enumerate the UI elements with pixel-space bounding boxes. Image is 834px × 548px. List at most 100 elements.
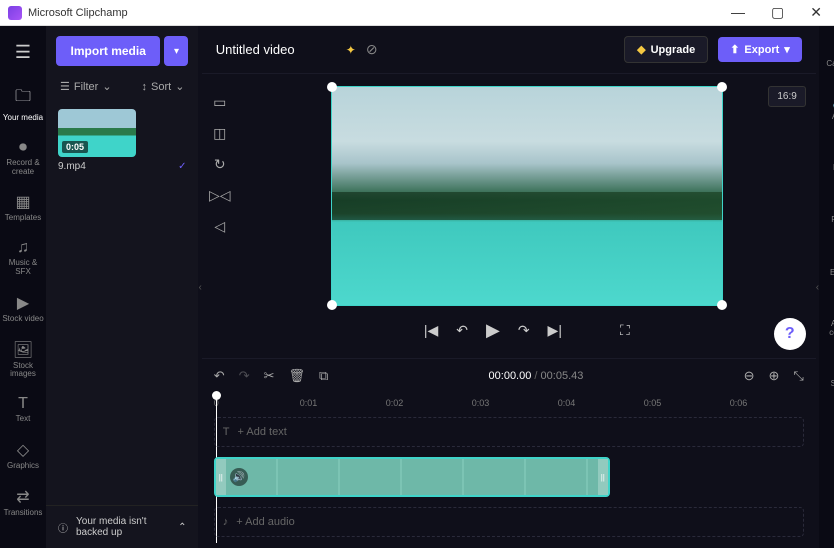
video-clip[interactable]: || 🔊 ||	[214, 457, 610, 497]
clip-trim-right[interactable]: ||	[598, 459, 608, 495]
nav-music-sfx[interactable]: ♫ Music & SFX	[0, 233, 46, 283]
resize-handle-br[interactable]	[717, 300, 727, 310]
zoom-out-button[interactable]: ⊖	[744, 368, 755, 384]
rail-effects[interactable]: ✧ Effects	[819, 241, 834, 284]
transitions-icon: ⇄	[16, 487, 29, 507]
rail-adjust-colours[interactable]: ◑ Adjust colours	[819, 294, 834, 344]
clip-used-check-icon: ✓	[178, 161, 186, 172]
hamburger-menu-button[interactable]: ☰	[15, 34, 31, 75]
window-maximize-button[interactable]: ▢	[767, 4, 788, 21]
ruler-tick: 0	[214, 398, 300, 408]
nav-your-media[interactable]: 🗀 Your media	[0, 79, 46, 129]
undo-button[interactable]: ↶	[214, 368, 225, 384]
add-text-track-button[interactable]: T + Add text	[214, 417, 804, 447]
filter-button[interactable]: ☰ Filter ⌄	[60, 80, 112, 93]
ruler-tick: 0:02	[386, 398, 472, 408]
stage-area: 16:9 |◀ ↶ ▶ ↷ ▶| ⛶ ?	[238, 74, 816, 358]
export-button[interactable]: ⬆ Export ▾	[718, 37, 802, 62]
nav-label: Music & SFX	[2, 259, 44, 277]
resize-handle-tr[interactable]	[717, 82, 727, 92]
skip-start-button[interactable]: |◀	[424, 322, 438, 339]
nav-stock-images[interactable]: 🖼 Stock images	[0, 334, 46, 386]
nav-text[interactable]: T Text	[0, 389, 46, 430]
window-minimize-button[interactable]: —	[727, 4, 749, 21]
upgrade-button[interactable]: ◆ Upgrade	[624, 36, 708, 63]
media-thumbnail[interactable]: 0:05	[58, 109, 136, 157]
top-bar: ✦ ⊘ ◆ Upgrade ⬆ Export ▾	[202, 26, 816, 74]
nav-label: Your media	[3, 114, 43, 123]
window-close-button[interactable]: ✕	[806, 4, 826, 21]
nav-record-create[interactable]: ⏺ Record & create	[0, 133, 46, 183]
skip-end-button[interactable]: ▶|	[548, 322, 562, 339]
music-icon: ♫	[17, 239, 29, 257]
text-icon: T	[18, 395, 28, 413]
resize-handle-bl[interactable]	[327, 300, 337, 310]
rotate-icon[interactable]: ↻	[214, 156, 226, 173]
music-icon: ♪	[223, 516, 229, 528]
clip-audio-icon[interactable]: 🔊	[230, 468, 248, 486]
ruler-tick: 0:01	[300, 398, 386, 408]
crop-icon[interactable]: ◫	[213, 125, 226, 142]
clip-duration-badge: 0:05	[62, 141, 88, 153]
window-titlebar: Microsoft Clipchamp — ▢ ✕	[0, 0, 834, 26]
video-canvas[interactable]	[331, 86, 723, 306]
flip-vertical-icon[interactable]: ◁	[214, 218, 225, 235]
timeline: ↶ ↷ ✂ 🗑 ⧉ 00:00.00 / 00:05.43 ⊖ ⊕ ⤡ 0 0:…	[202, 358, 816, 548]
visibility-toggle-button[interactable]: ⊘	[366, 41, 378, 58]
ruler-tick: 0:06	[730, 398, 816, 408]
nav-label: Record & create	[2, 159, 44, 177]
nav-templates[interactable]: ▦ Templates	[0, 186, 46, 229]
rail-filters[interactable]: ◎ Filters	[819, 188, 834, 231]
import-dropdown-button[interactable]: ▾	[164, 36, 188, 66]
duplicate-button[interactable]: ⧉	[319, 368, 328, 384]
camera-icon: ⏺	[19, 139, 27, 157]
export-label: Export	[744, 44, 779, 56]
flip-horizontal-icon[interactable]: ▷◁	[209, 187, 231, 204]
playback-controls: |◀ ↶ ▶ ↷ ▶| ⛶	[424, 320, 630, 341]
zoom-fit-button[interactable]: ⤡	[793, 368, 803, 384]
forward-button[interactable]: ↷	[518, 322, 530, 339]
rail-label: Effects	[830, 269, 834, 278]
nav-transitions[interactable]: ⇄ Transitions	[0, 481, 46, 524]
rewind-button[interactable]: ↶	[456, 322, 468, 339]
diamond-icon: ◆	[637, 43, 645, 56]
clip-trim-left[interactable]: ||	[216, 459, 226, 495]
rail-speed[interactable]: ⏱ Speed	[819, 354, 834, 395]
resize-handle-tl[interactable]	[327, 82, 337, 92]
rail-audio[interactable]: 🔊 Audio	[819, 85, 834, 128]
ruler-tick: 0:05	[644, 398, 730, 408]
folder-icon: 🗀	[15, 85, 31, 112]
image-icon: 🖼	[13, 340, 33, 360]
left-nav: ☰ 🗀 Your media ⏺ Record & create ▦ Templ…	[0, 26, 46, 548]
import-media-button[interactable]: Import media	[56, 36, 160, 66]
nav-label: Stock video	[2, 315, 43, 324]
rail-captions[interactable]: cc Captions	[819, 34, 834, 75]
sparkle-icon: ✦	[346, 43, 356, 57]
upgrade-label: Upgrade	[651, 44, 696, 56]
split-button[interactable]: ✂	[264, 368, 275, 384]
fit-icon[interactable]: ▭	[213, 94, 226, 111]
timeline-ruler[interactable]: 0 0:01 0:02 0:03 0:04 0:05 0:06	[202, 393, 816, 413]
backup-warning-button[interactable]: ⓘ Your media isn't backed up ⌃	[46, 505, 198, 548]
nav-graphics[interactable]: ◇ Graphics	[0, 434, 46, 477]
zoom-in-button[interactable]: ⊕	[768, 368, 779, 384]
nav-label: Templates	[5, 214, 41, 223]
rail-fade[interactable]: ◐ Fade	[819, 138, 834, 179]
app-logo-icon	[8, 6, 22, 20]
aspect-ratio-button[interactable]: 16:9	[768, 86, 805, 107]
redo-button[interactable]: ↷	[239, 368, 250, 384]
fullscreen-button[interactable]: ⛶	[620, 322, 630, 339]
info-icon: ⓘ	[58, 520, 68, 535]
delete-button[interactable]: 🗑	[289, 368, 306, 384]
current-time: 00:00.00	[489, 370, 532, 382]
upload-icon: ⬆	[730, 43, 739, 56]
window-title: Microsoft Clipchamp	[28, 7, 128, 19]
sort-button[interactable]: ↕ Sort ⌄	[142, 80, 185, 93]
add-audio-track-button[interactable]: ♪ + Add audio	[214, 507, 804, 537]
nav-stock-video[interactable]: ▶ Stock video	[0, 287, 46, 330]
nav-label: Stock images	[2, 362, 44, 380]
project-title-input[interactable]	[216, 42, 336, 57]
help-button[interactable]: ?	[774, 318, 806, 350]
play-button[interactable]: ▶	[486, 320, 500, 341]
nav-label: Text	[16, 415, 31, 424]
